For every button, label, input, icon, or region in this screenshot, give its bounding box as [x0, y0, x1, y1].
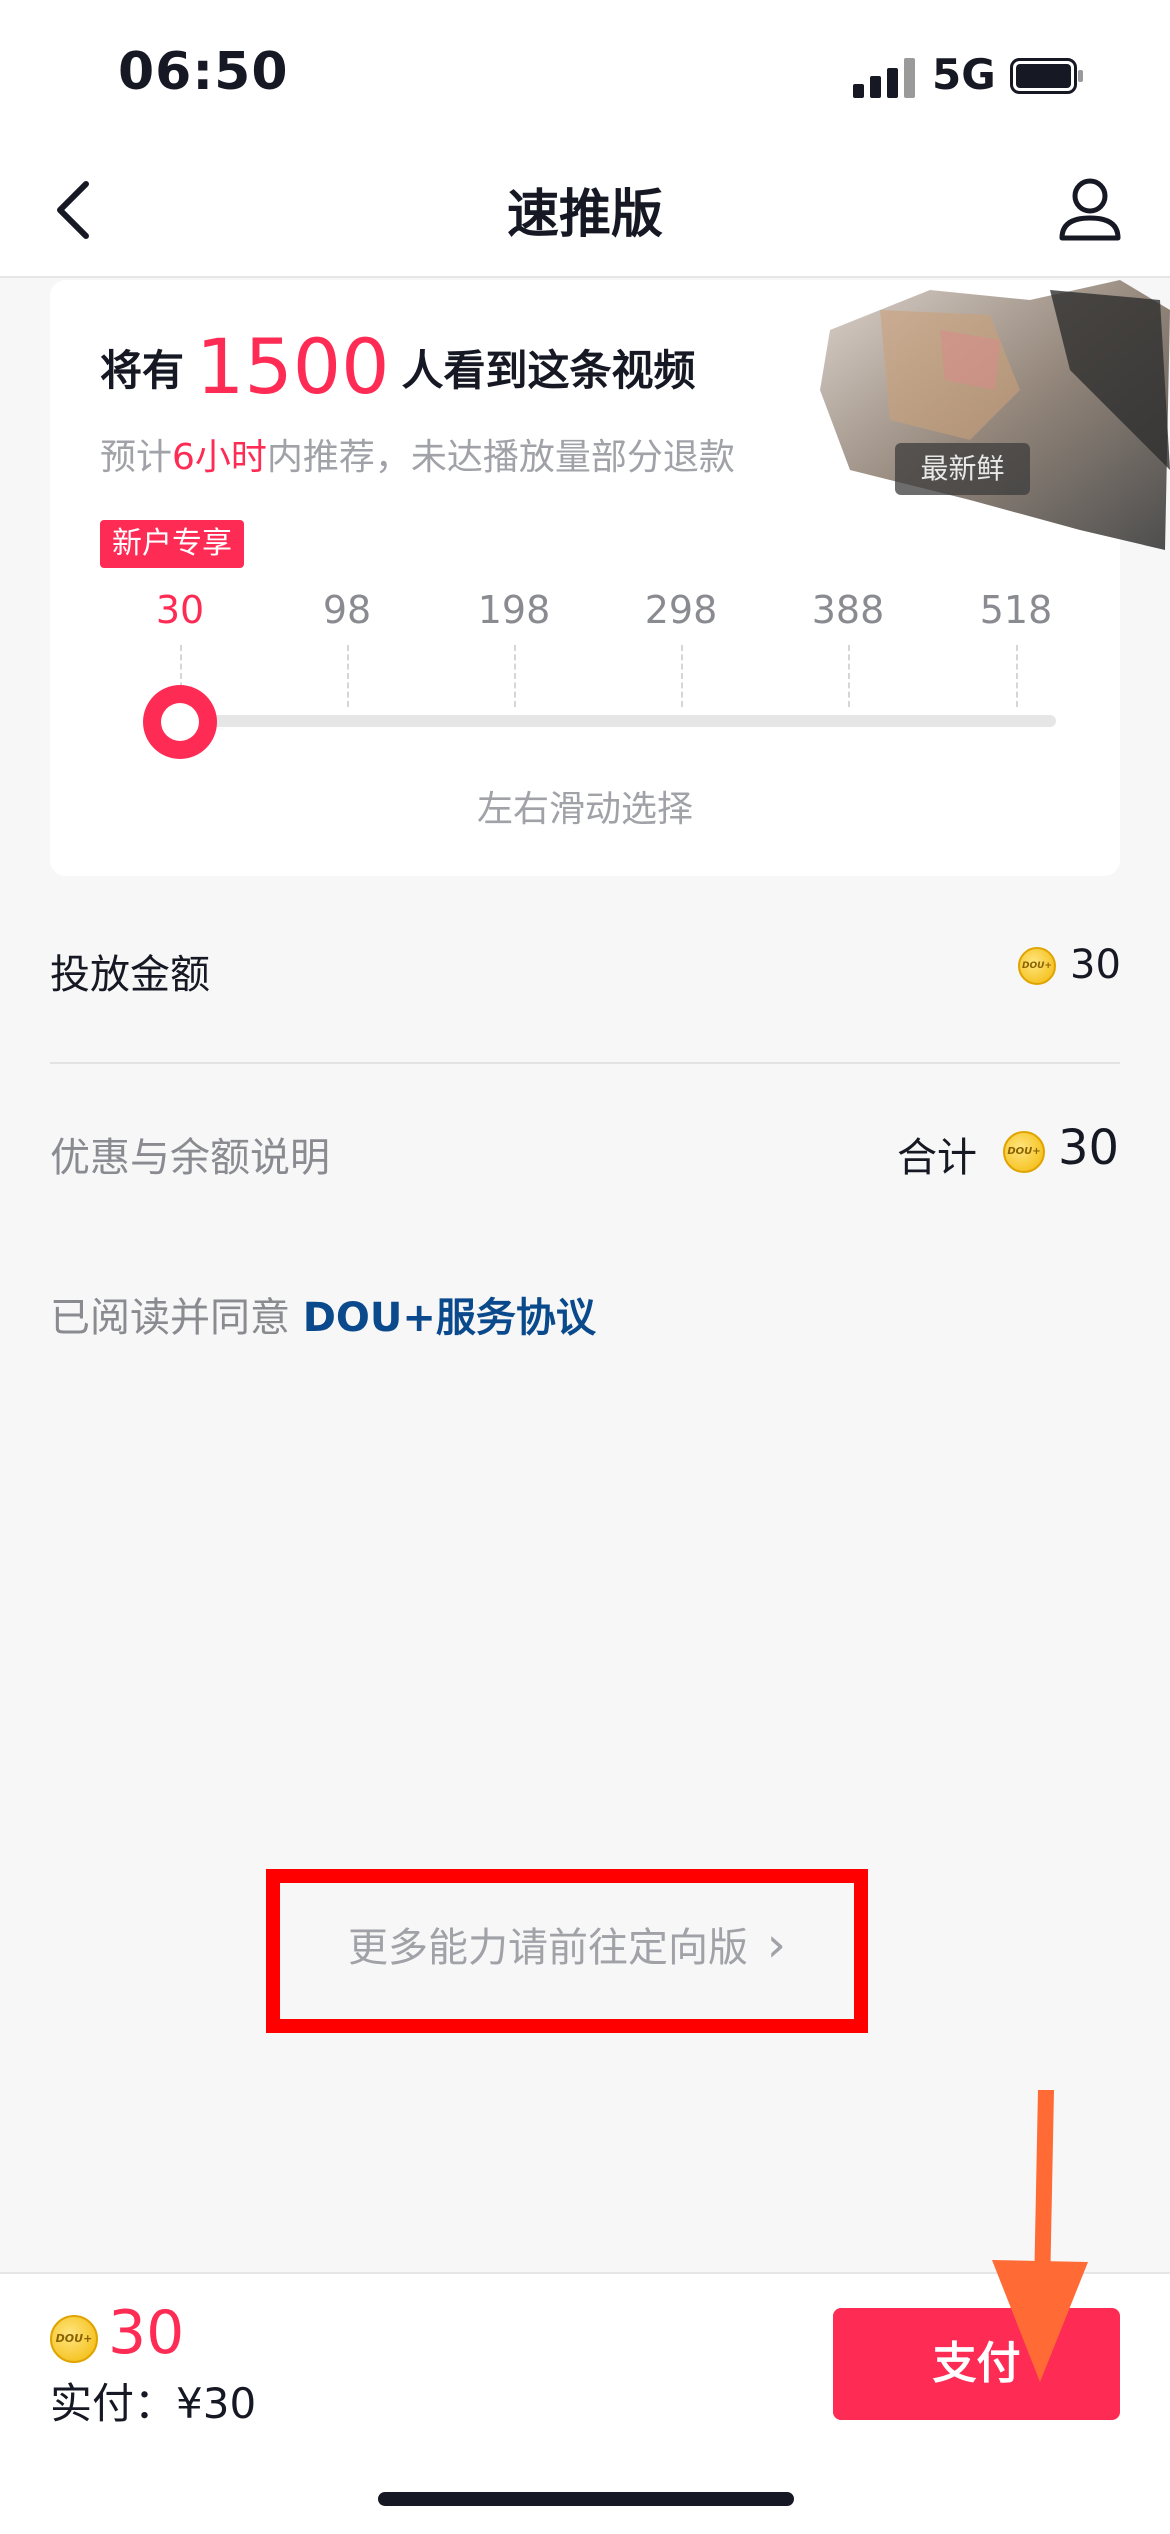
paid-value: ¥30	[176, 2379, 257, 2428]
agreement-text: 已阅读并同意 DOU+服务协议	[50, 1285, 596, 1343]
coin-icon: DOU+	[1018, 947, 1056, 985]
amount-slider-track[interactable]	[180, 715, 1056, 727]
tick-mark	[681, 645, 683, 707]
option-388[interactable]: 388	[788, 588, 908, 632]
service-agreement-link[interactable]: DOU+服务协议	[303, 1295, 596, 1341]
new-user-badge: 新户专享	[100, 520, 244, 568]
tick-mark	[347, 645, 349, 707]
home-indicator	[378, 2492, 794, 2506]
network-label: 5G	[932, 50, 996, 99]
divider	[50, 1062, 1120, 1064]
coin-icon: DOU+	[50, 2315, 98, 2363]
estimate-prefix: 预计	[100, 437, 173, 478]
slider-hint: 左右滑动选择	[476, 789, 693, 830]
page-title: 速推版	[506, 185, 663, 245]
option-198[interactable]: 198	[454, 588, 574, 632]
total-label: 合计	[897, 1135, 977, 1181]
headline-prefix: 将有	[100, 346, 185, 395]
tick-mark	[848, 645, 850, 707]
discount-explanation-link[interactable]: 优惠与余额说明	[50, 1125, 330, 1183]
video-thumbnail	[820, 280, 1170, 550]
estimate-text: 预计6小时内推荐，未达播放量部分退款	[100, 428, 735, 480]
tick-mark	[1016, 645, 1018, 707]
bottom-amount: 30	[108, 2298, 185, 2368]
targeted-version-link[interactable]: 更多能力请前往定向版 ›	[280, 1915, 854, 1973]
amount-value: 30	[1070, 942, 1121, 988]
estimate-suffix: 内推荐，未达播放量部分退款	[266, 437, 735, 478]
reach-number: 1500	[196, 322, 390, 411]
option-298[interactable]: 298	[621, 588, 741, 632]
more-link-label: 更多能力请前往定向版	[348, 1925, 749, 1971]
option-30[interactable]: 30	[120, 588, 240, 632]
signal-icon	[853, 58, 915, 98]
tick-mark	[514, 645, 516, 707]
option-518[interactable]: 518	[956, 588, 1076, 632]
estimate-hours: 6小时	[172, 437, 267, 478]
option-98[interactable]: 98	[287, 588, 407, 632]
status-time: 06:50	[118, 42, 289, 102]
user-icon[interactable]	[1050, 170, 1130, 250]
agreement-prefix: 已阅读并同意	[50, 1295, 303, 1341]
reach-headline: 将有 1500 人看到这条视频	[100, 322, 695, 411]
coin-icon: DOU+	[1003, 1131, 1045, 1173]
annotation-arrow	[992, 2090, 1088, 2382]
paid-label: 实付：	[50, 2379, 177, 2428]
headline-suffix: 人看到这条视频	[401, 346, 696, 395]
total-value: 30	[1058, 1120, 1120, 1176]
amount-slider-handle[interactable]	[143, 685, 217, 759]
thumbnail-tag: 最新鲜	[895, 443, 1030, 495]
paid-amount: 实付：¥30	[50, 2370, 256, 2431]
chevron-right-icon: ›	[766, 1917, 786, 1973]
battery-icon	[1010, 58, 1083, 94]
amount-label: 投放金额	[50, 952, 210, 998]
